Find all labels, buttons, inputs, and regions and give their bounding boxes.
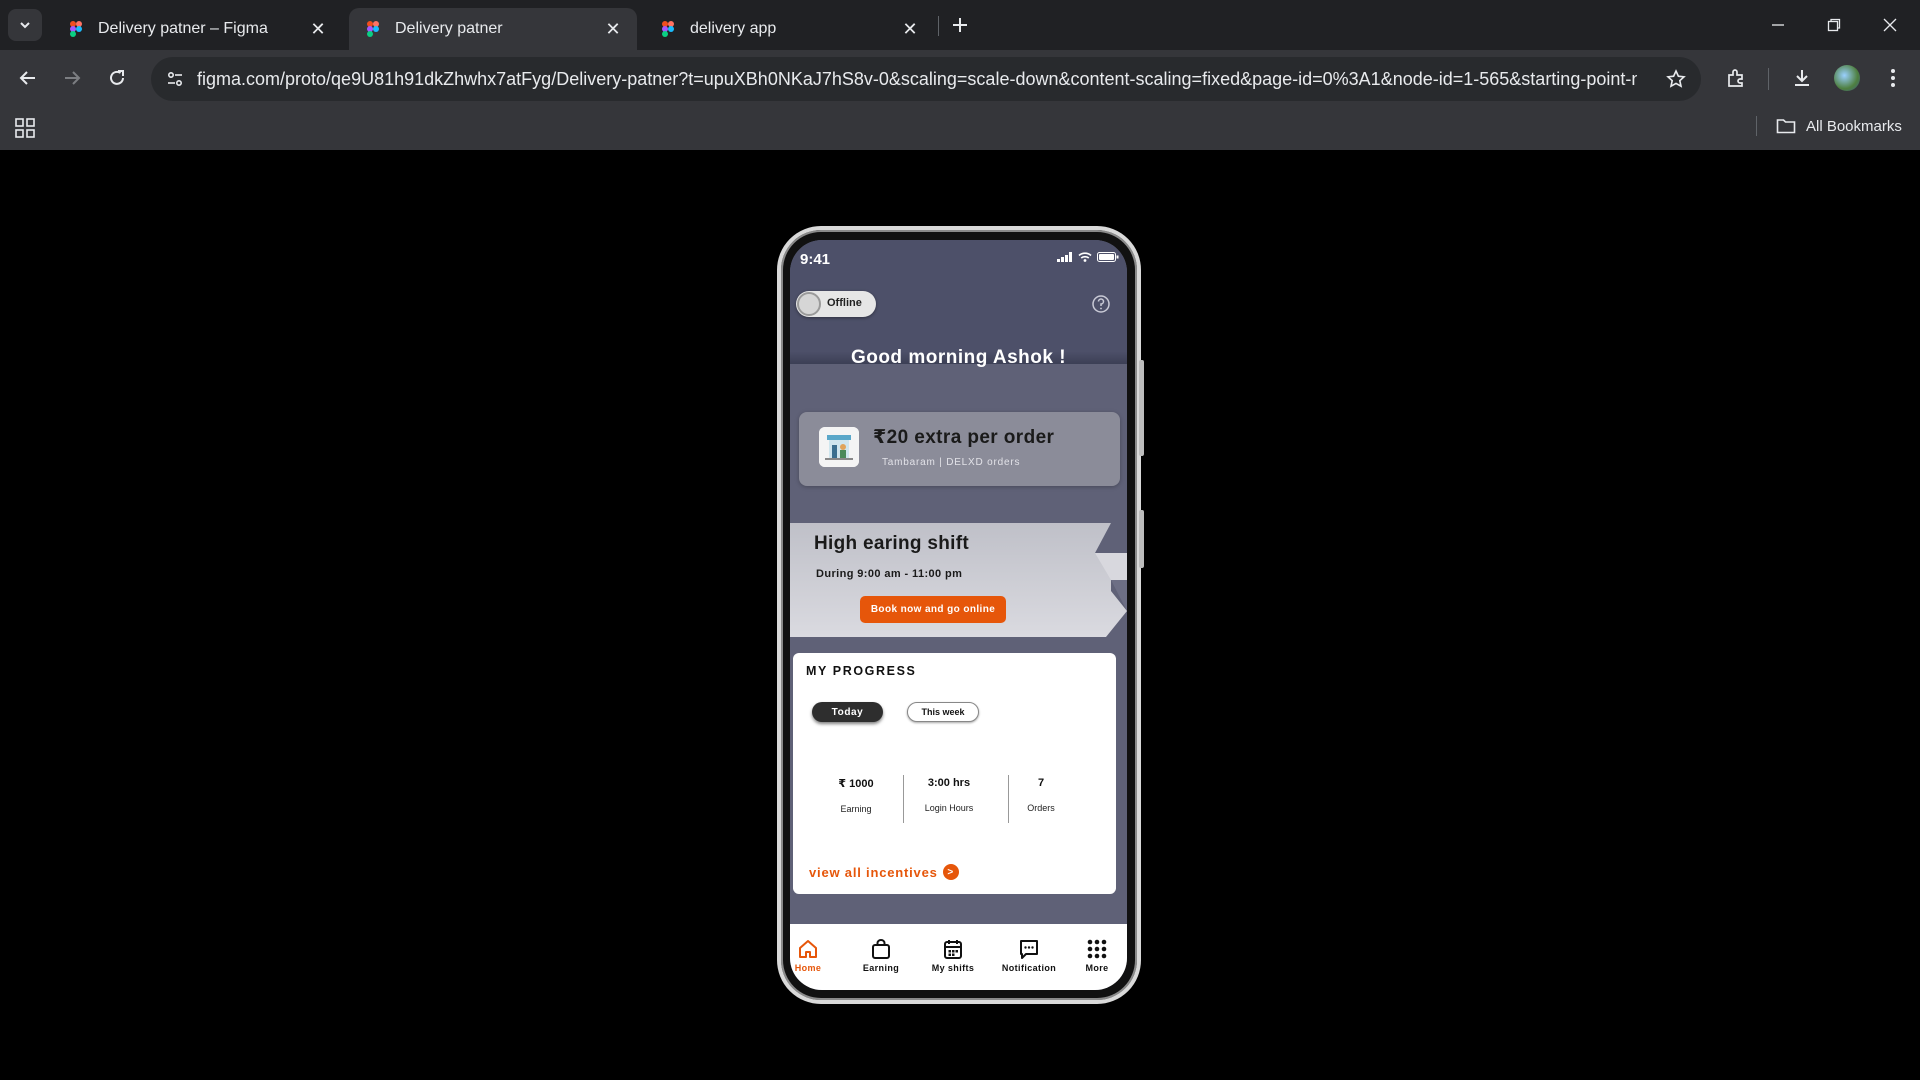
- app-screen: 9:41 Offline Good morning Ashok ! ₹20 ex…: [790, 240, 1127, 990]
- tab-search-button[interactable]: [8, 9, 42, 41]
- nav-notification[interactable]: Notification: [994, 924, 1064, 990]
- orders-value: 7: [1037, 777, 1045, 789]
- battery-icon: [1097, 252, 1119, 262]
- folder-icon: [1776, 119, 1796, 134]
- login-hours-caption: Login Hours: [924, 803, 974, 813]
- close-icon[interactable]: ✕: [308, 19, 328, 39]
- view-all-incentives-link[interactable]: view all incentives >: [809, 864, 959, 880]
- back-button[interactable]: [10, 60, 46, 96]
- reload-button[interactable]: [99, 60, 135, 96]
- new-tab-button[interactable]: [946, 11, 974, 39]
- incentives-link-label: view all incentives: [809, 864, 938, 880]
- progress-title: MY PROGRESS: [806, 664, 917, 678]
- all-bookmarks-label: All Bookmarks: [1806, 117, 1902, 135]
- earning-value: ₹ 1000: [838, 778, 874, 790]
- book-shift-button[interactable]: Book now and go online: [860, 596, 1006, 623]
- nav-earning[interactable]: Earning: [846, 924, 916, 990]
- status-time: 9:41: [800, 251, 831, 268]
- reload-icon: [110, 70, 124, 85]
- minimize-icon: [1772, 24, 1784, 26]
- toggle-knob: [797, 292, 821, 316]
- earning-stat: ₹ 1000 Earning: [811, 777, 901, 814]
- kebab-menu-icon[interactable]: [1877, 62, 1909, 94]
- tab-this-week[interactable]: This week: [907, 702, 979, 722]
- incentive-promo-card[interactable]: ₹20 extra per order Tambaram | DELXD ord…: [799, 412, 1120, 486]
- phone-volume-button: [1139, 510, 1144, 568]
- bottom-navigation: Home Earning My shifts Notification More: [790, 924, 1127, 990]
- store-logo: [819, 427, 859, 467]
- help-icon[interactable]: [1091, 294, 1111, 314]
- home-icon: [799, 940, 817, 958]
- phone-power-button: [1139, 360, 1144, 456]
- tab-figma-file[interactable]: Delivery patner – Figma ✕: [52, 8, 342, 50]
- tab-today[interactable]: Today: [812, 702, 883, 722]
- site-settings-icon[interactable]: [161, 65, 189, 93]
- all-bookmarks-button[interactable]: All Bookmarks: [1776, 114, 1902, 138]
- tab-title: Delivery patner: [395, 20, 503, 37]
- status-icons: [1057, 252, 1119, 262]
- plus-icon: [953, 18, 967, 32]
- arrow-right-icon: [65, 71, 81, 85]
- orders-caption: Orders: [1027, 803, 1055, 813]
- toolbar-divider: [1768, 68, 1769, 90]
- calendar-icon: [944, 940, 962, 959]
- high-earning-shift-banner: High earing shift During 9:00 am - 11:00…: [790, 523, 1127, 637]
- close-icon[interactable]: ✕: [603, 19, 623, 39]
- nav-home[interactable]: Home: [790, 924, 843, 990]
- grid-dots-icon: [1087, 939, 1107, 959]
- forward-button[interactable]: [54, 60, 90, 96]
- orders-stat: 7 Orders: [996, 777, 1086, 813]
- earning-caption: Earning: [840, 804, 872, 814]
- url-text[interactable]: figma.com/proto/qe9U81h91dkZhwhx7atFyg/D…: [197, 69, 1637, 90]
- greeting-heading: Good morning Ashok !: [850, 347, 1067, 368]
- tab-title: Delivery patner – Figma: [98, 20, 268, 37]
- nav-label: More: [1085, 963, 1109, 973]
- bookmark-star-icon[interactable]: [1663, 66, 1689, 92]
- login-hours-value: 3:00 hrs: [927, 777, 971, 789]
- apps-grid-icon[interactable]: [14, 117, 36, 139]
- online-status-toggle[interactable]: Offline: [796, 291, 876, 317]
- chevron-down-icon: [20, 22, 30, 29]
- arrow-right-icon: >: [942, 864, 959, 880]
- nav-my-shifts[interactable]: My shifts: [918, 924, 988, 990]
- arrow-left-icon: [19, 71, 35, 85]
- bookmark-divider: [1756, 116, 1757, 136]
- extensions-icon[interactable]: [1720, 62, 1752, 94]
- download-icon[interactable]: [1786, 62, 1818, 94]
- my-progress-card: MY PROGRESS Today This week ₹ 1000 Earni…: [793, 653, 1116, 894]
- wifi-icon: [1078, 252, 1092, 262]
- figma-icon: [70, 21, 82, 37]
- promo-amount: ₹20 extra per order: [873, 427, 1055, 448]
- nav-label: Earning: [862, 963, 900, 973]
- toggle-label: Offline: [827, 297, 862, 309]
- profile-avatar[interactable]: [1834, 65, 1860, 91]
- figma-icon: [367, 21, 379, 37]
- tab-delivery-patner[interactable]: Delivery patner ✕: [349, 8, 637, 50]
- bag-icon: [872, 939, 890, 959]
- restore-button[interactable]: [1806, 0, 1862, 50]
- figma-icon: [662, 21, 674, 37]
- login-hours-stat: 3:00 hrs Login Hours: [904, 777, 994, 813]
- close-icon: [1883, 18, 1897, 32]
- ribbon-decoration: [1090, 523, 1127, 637]
- tab-title: delivery app: [690, 20, 777, 37]
- status-bar: 9:41: [790, 240, 1127, 280]
- chat-icon: [1020, 940, 1038, 959]
- tab-strip: Delivery patner – Figma ✕ Delivery patne…: [0, 0, 1920, 50]
- close-icon[interactable]: ✕: [900, 19, 920, 39]
- nav-more[interactable]: More: [1062, 924, 1127, 990]
- nav-label: Home: [794, 963, 822, 973]
- promo-subtitle: Tambaram | DELXD orders: [882, 457, 1021, 468]
- signal-icon: [1057, 252, 1072, 262]
- nav-label: My shifts: [931, 963, 975, 973]
- tab-divider: [938, 16, 939, 36]
- nav-label: Notification: [1001, 963, 1057, 973]
- minimize-button[interactable]: [1750, 0, 1806, 50]
- address-bar[interactable]: figma.com/proto/qe9U81h91dkZhwhx7atFyg/D…: [151, 57, 1701, 101]
- window-close-button[interactable]: [1862, 0, 1918, 50]
- shift-time: During 9:00 am - 11:00 pm: [816, 568, 963, 580]
- shift-title: High earing shift: [814, 533, 969, 554]
- tab-delivery-app[interactable]: delivery app ✕: [644, 8, 934, 50]
- restore-icon: [1827, 18, 1841, 32]
